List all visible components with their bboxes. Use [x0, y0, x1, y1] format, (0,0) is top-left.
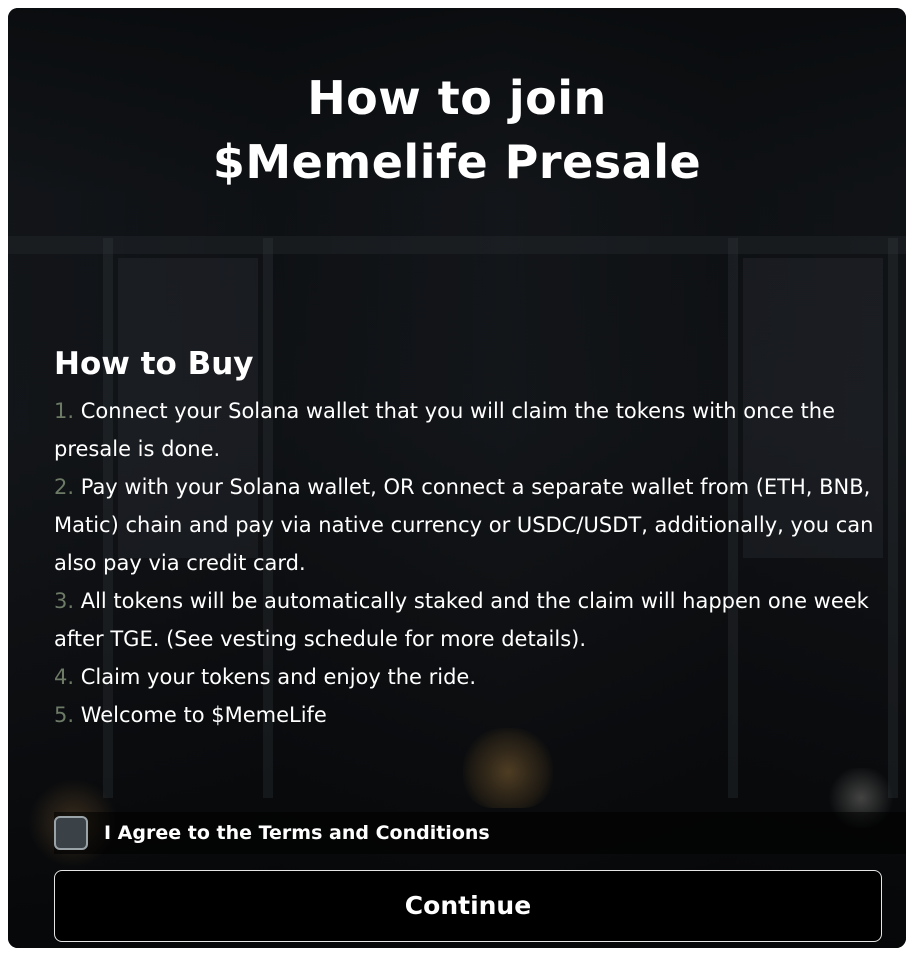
how-to-buy-section: How to Buy 1. Connect your Solana wallet… [54, 342, 884, 734]
modal-title-line2: $Memelife Presale [212, 135, 702, 189]
background-shiba-center [463, 728, 553, 808]
modal-title: How to join $Memelife Presale [8, 66, 906, 194]
how-to-buy-heading: How to Buy [54, 346, 254, 382]
step-item: 5. Welcome to $MemeLife [54, 696, 884, 734]
terms-checkbox[interactable] [54, 816, 88, 850]
background-pillar [888, 238, 898, 798]
step-item: 4. Claim your tokens and enjoy the ride. [54, 658, 884, 696]
presale-modal: How to join $Memelife Presale How to Buy… [8, 8, 906, 948]
step-text: Connect your Solana wallet that you will… [54, 399, 836, 461]
step-number: 2. [54, 475, 75, 499]
continue-button[interactable]: Continue [54, 870, 882, 942]
step-item: 2. Pay with your Solana wallet, OR conne… [54, 468, 884, 582]
background-beam [8, 236, 906, 254]
terms-agreement-row: I Agree to the Terms and Conditions [54, 812, 906, 854]
terms-label[interactable]: I Agree to the Terms and Conditions [104, 822, 490, 844]
modal-title-line1: How to join [307, 71, 607, 125]
step-text: Welcome to $MemeLife [74, 703, 327, 727]
steps-list: 1. Connect your Solana wallet that you w… [54, 392, 884, 734]
step-number: 1. [54, 399, 75, 423]
step-text: Claim your tokens and enjoy the ride. [74, 665, 477, 689]
step-number: 4. [54, 665, 75, 689]
step-number: 5. [54, 703, 75, 727]
step-number: 3. [54, 589, 75, 613]
step-item: 3. All tokens will be automatically stak… [54, 582, 884, 658]
step-text: Pay with your Solana wallet, OR connect … [54, 475, 874, 575]
step-text: All tokens will be automatically staked … [54, 589, 869, 651]
step-item: 1. Connect your Solana wallet that you w… [54, 392, 884, 468]
